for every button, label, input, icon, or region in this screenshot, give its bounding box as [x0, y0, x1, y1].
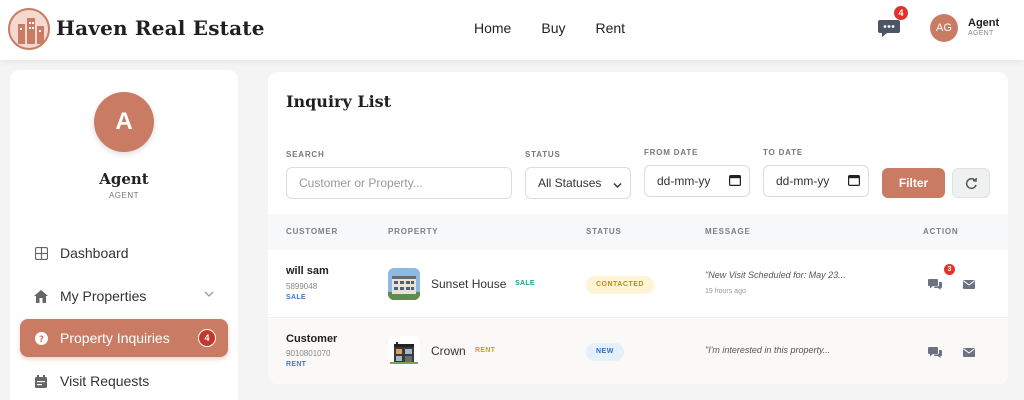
nav-rent[interactable]: Rent [595, 20, 625, 36]
nav-home[interactable]: Home [474, 20, 511, 36]
house-icon [34, 289, 48, 303]
col-customer: CUSTOMER [286, 227, 339, 236]
nav-buy[interactable]: Buy [541, 20, 565, 36]
customer-name: will sam [286, 265, 329, 277]
search-label: SEARCH [286, 150, 325, 159]
status-label: STATUS [525, 150, 561, 159]
customer-phone: 9010801070 [286, 349, 331, 358]
to-date-value: dd-mm-yy [776, 174, 830, 188]
profile-name: Agent [99, 170, 149, 188]
sidebar-item-property-inquiries[interactable]: ? Property Inquiries 4 [20, 319, 228, 357]
col-status: STATUS [586, 227, 622, 236]
status-badge: CONTACTED [586, 276, 654, 294]
col-message: MESSAGE [705, 227, 751, 236]
user-avatar[interactable]: AG [930, 14, 958, 42]
sidebar: A Agent AGENT Dashboard My Properties ? … [10, 70, 238, 400]
to-date-input[interactable]: dd-mm-yy [763, 165, 869, 197]
property-thumbnail[interactable] [388, 268, 420, 300]
col-property: PROPERTY [388, 227, 439, 236]
inquiry-panel: Inquiry List SEARCH Customer or Property… [268, 72, 1008, 384]
sidebar-item-label: My Properties [60, 288, 147, 304]
brand-name[interactable]: Haven Real Estate [56, 16, 265, 40]
question-icon: ? [34, 331, 48, 345]
table-header [268, 214, 1008, 250]
user-name[interactable]: Agent [968, 17, 999, 29]
property-thumbnail[interactable] [388, 336, 420, 368]
inquiries-badge: 4 [198, 329, 216, 347]
to-date-label: TO DATE [763, 148, 803, 157]
property-tag: RENT [475, 347, 496, 354]
mail-icon[interactable] [960, 343, 978, 361]
customer-name: Customer [286, 333, 338, 345]
svg-text:?: ? [38, 335, 43, 345]
from-date-label: FROM DATE [644, 148, 699, 157]
page-title: Inquiry List [286, 92, 392, 111]
top-header: Haven Real Estate Home Buy Rent 4 AG Age… [0, 0, 1024, 60]
refresh-icon[interactable] [952, 168, 990, 198]
property-name[interactable]: Sunset House [431, 277, 506, 291]
col-action: ACTION [923, 227, 959, 236]
profile-avatar: A [94, 92, 154, 152]
sidebar-item-dashboard[interactable]: Dashboard [20, 234, 228, 272]
sidebar-item-my-properties[interactable]: My Properties [20, 277, 228, 315]
calendar-icon [34, 374, 48, 388]
chat-icon[interactable] [926, 275, 944, 293]
sidebar-item-label: Visit Requests [60, 373, 150, 389]
mail-icon[interactable] [960, 275, 978, 293]
brand-logo-icon[interactable] [8, 8, 50, 50]
grid-icon [34, 246, 48, 260]
chat-badge: 3 [944, 264, 955, 275]
status-select-value: All Statuses [538, 176, 602, 190]
main-nav: Home Buy Rent [474, 20, 625, 36]
sidebar-item-visit-requests[interactable]: Visit Requests [20, 362, 228, 400]
chat-icon[interactable] [926, 343, 944, 361]
message-preview: "I'm interested in this property... [705, 345, 831, 355]
message-time: 19 hours ago [705, 288, 746, 295]
from-date-value: dd-mm-yy [657, 174, 711, 188]
customer-type: SALE [286, 294, 306, 301]
search-input[interactable]: Customer or Property... [286, 167, 512, 199]
chevron-down-icon [613, 178, 622, 192]
profile-role: AGENT [108, 191, 140, 200]
customer-type: RENT [286, 361, 307, 368]
message-preview: "New Visit Scheduled for: May 23... [705, 270, 846, 280]
sidebar-item-label: Dashboard [60, 245, 129, 261]
calendar-icon[interactable] [729, 174, 742, 187]
property-name[interactable]: Crown [431, 344, 466, 358]
from-date-input[interactable]: dd-mm-yy [644, 165, 750, 197]
status-badge: NEW [586, 343, 624, 361]
sidebar-item-label: Property Inquiries [60, 330, 170, 346]
status-select[interactable]: All Statuses [525, 167, 631, 199]
filter-button[interactable]: Filter [882, 168, 945, 198]
messages-badge: 4 [894, 6, 908, 20]
table-row[interactable] [268, 319, 1008, 384]
calendar-icon[interactable] [848, 174, 861, 187]
customer-phone: 5899048 [286, 282, 318, 291]
property-tag: SALE [515, 280, 535, 287]
chevron-down-icon[interactable] [204, 289, 214, 301]
user-role: AGENT [968, 30, 994, 37]
